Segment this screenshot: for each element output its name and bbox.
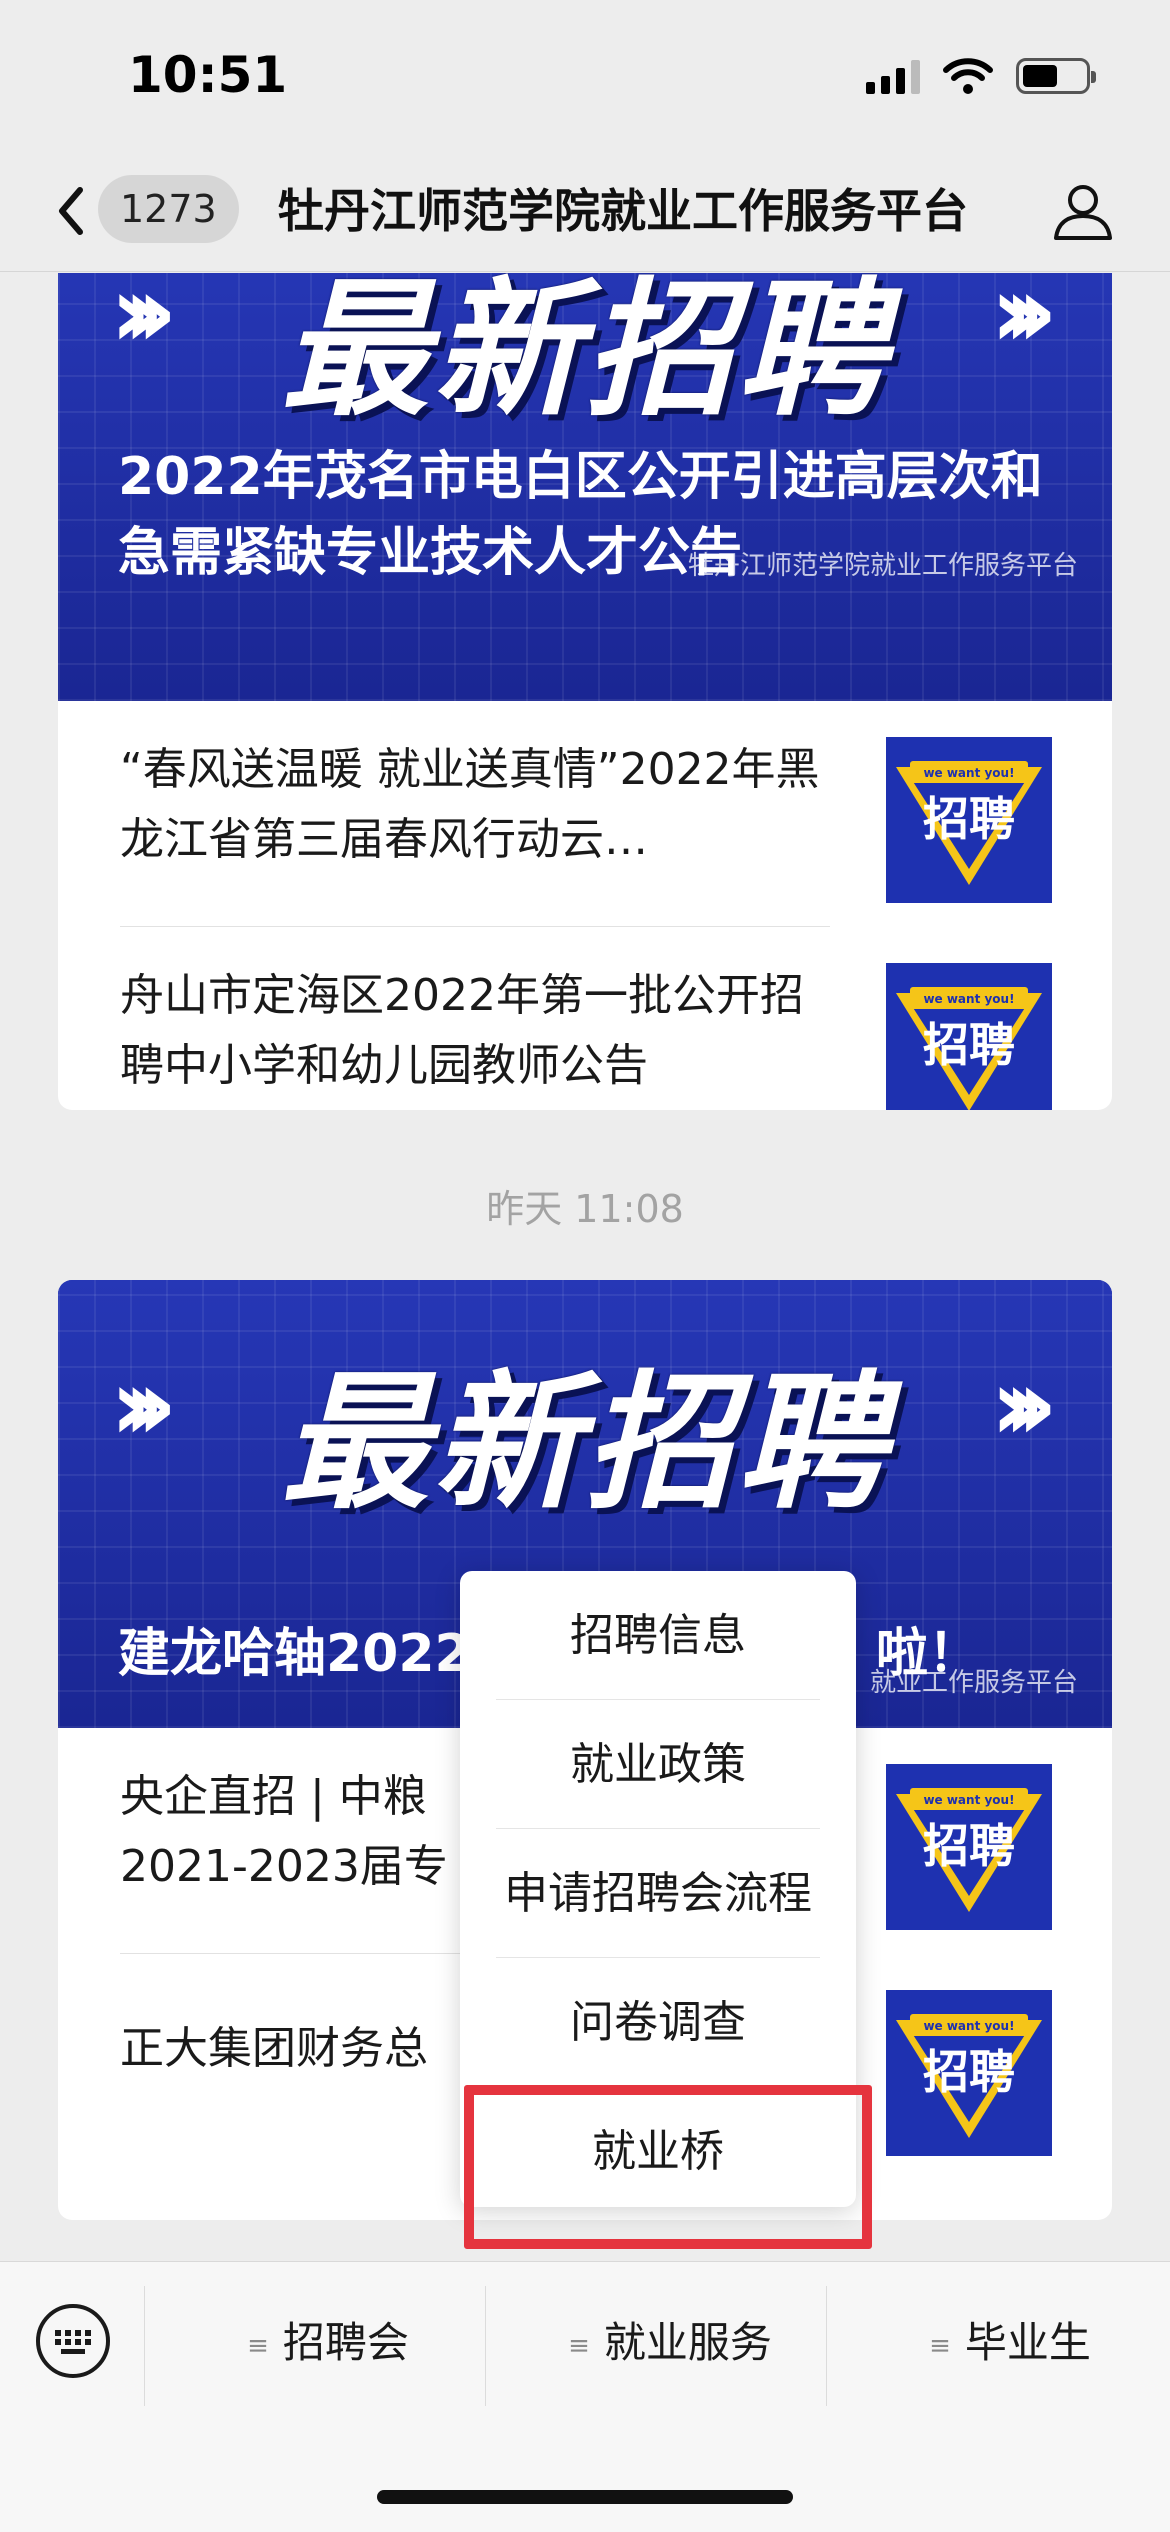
recruitment-badge-icon: we want you! 招聘 bbox=[886, 1990, 1052, 2156]
bottom-menu-label: 毕业生 bbox=[964, 2318, 1091, 2367]
nav-bar: 1273 牡丹江师范学院就业工作服务平台 bbox=[0, 150, 1170, 272]
article-title: “春风送温暖 就业送真情”2022年黑龙江省第三届春风行动云… bbox=[120, 744, 820, 865]
keyboard-icon[interactable] bbox=[36, 2304, 110, 2378]
bottom-menu-item-job-fair[interactable]: ≡ 招聘会 bbox=[158, 2284, 498, 2402]
highlight-box bbox=[464, 2085, 872, 2249]
menu-list-icon: ≡ bbox=[568, 2330, 590, 2361]
submenu-item-fair-application[interactable]: 申请招聘会流程 bbox=[496, 1829, 820, 1958]
account-title: 牡丹江师范学院就业工作服务平台 bbox=[278, 184, 968, 238]
svg-text:we want you!: we want you! bbox=[923, 2019, 1014, 2033]
menu-list-icon: ≡ bbox=[929, 2330, 951, 2361]
home-indicator bbox=[377, 2490, 793, 2504]
article-title: 舟山市定海区2022年第一批公开招聘中小学和幼儿园教师公告 bbox=[120, 970, 804, 1091]
unread-count-badge[interactable]: 1273 bbox=[98, 175, 239, 243]
bottom-menu-label: 招聘会 bbox=[282, 2318, 409, 2367]
article-title: 正大集团财务总 bbox=[120, 2023, 428, 2074]
article-title: 央企直招 | 中粮 2021-2023届专 bbox=[120, 1762, 500, 1902]
menu-list-icon: ≡ bbox=[247, 2330, 269, 2361]
banner-watermark: 就业工作服务平台 bbox=[869, 1668, 1078, 1698]
svg-text:招聘: 招聘 bbox=[923, 792, 1015, 846]
bottom-menu-item-graduates[interactable]: ≡ 毕业生 bbox=[840, 2284, 1170, 2402]
divider bbox=[485, 2286, 486, 2406]
svg-text:we want you!: we want you! bbox=[923, 992, 1014, 1006]
article-title-line: 央企直招 | 中粮 bbox=[120, 1771, 427, 1822]
recruitment-badge-icon: we want you! 招聘 bbox=[886, 1764, 1052, 1930]
banner-watermark: 牡丹江师范学院就业工作服务平台 bbox=[687, 551, 1078, 581]
banner-headline: 最新招聘 bbox=[281, 273, 889, 436]
message-timestamp: 昨天 11:08 bbox=[486, 1187, 684, 1231]
status-bar: 10:51 bbox=[0, 0, 1170, 150]
recruitment-badge-icon: we want you! 招聘 bbox=[886, 737, 1052, 903]
svg-text:招聘: 招聘 bbox=[923, 1018, 1015, 1072]
article-thumbnail: we want you! 招聘 bbox=[886, 1764, 1052, 1930]
recruitment-badge-icon: we want you! 招聘 bbox=[886, 963, 1052, 1110]
article-thumbnail: we want you! 招聘 bbox=[886, 737, 1052, 903]
article-item[interactable]: “春风送温暖 就业送真情”2022年黑龙江省第三届春风行动云… we want … bbox=[58, 701, 1112, 927]
submenu-item-recruitment-info[interactable]: 招聘信息 bbox=[496, 1571, 820, 1700]
bottom-menu-item-employment-services[interactable]: ≡ 就业服务 bbox=[500, 2284, 840, 2402]
back-arrow-icon[interactable] bbox=[44, 176, 104, 246]
status-icons bbox=[866, 56, 1096, 96]
divider bbox=[826, 2286, 827, 2406]
submenu-item-employment-policy[interactable]: 就业政策 bbox=[496, 1700, 820, 1829]
article-item[interactable]: 舟山市定海区2022年第一批公开招聘中小学和幼儿园教师公告 we want yo… bbox=[58, 927, 1112, 1110]
article-banner[interactable]: ››› ››› 最新招聘 2022年茂名市电白区公开引进高层次和急需紧缺专业技术… bbox=[58, 273, 1112, 701]
divider bbox=[144, 2286, 145, 2406]
article-title-line: 2021-2023届专 bbox=[120, 1841, 448, 1892]
svg-text:招聘: 招聘 bbox=[923, 2045, 1015, 2099]
bottom-menu-label: 就业服务 bbox=[603, 2318, 772, 2367]
signal-icon bbox=[866, 58, 920, 94]
banner-headline: 最新招聘 bbox=[281, 1357, 889, 1529]
svg-text:we want you!: we want you! bbox=[923, 1793, 1014, 1807]
svg-text:招聘: 招聘 bbox=[923, 1819, 1015, 1873]
submenu-item-survey[interactable]: 问卷调查 bbox=[496, 1958, 820, 2087]
battery-icon bbox=[1016, 58, 1096, 94]
status-time: 10:51 bbox=[128, 46, 288, 104]
article-thumbnail: we want you! 招聘 bbox=[886, 963, 1052, 1110]
profile-icon[interactable] bbox=[1048, 176, 1118, 246]
wifi-icon bbox=[943, 58, 993, 94]
article-thumbnail: we want you! 招聘 bbox=[886, 1990, 1052, 2156]
svg-text:we want you!: we want you! bbox=[923, 766, 1014, 780]
banner-caption: 建龙哈轴2022 bbox=[118, 1624, 471, 1684]
article-card[interactable]: ››› ››› 最新招聘 2022年茂名市电白区公开引进高层次和急需紧缺专业技术… bbox=[58, 273, 1112, 1110]
